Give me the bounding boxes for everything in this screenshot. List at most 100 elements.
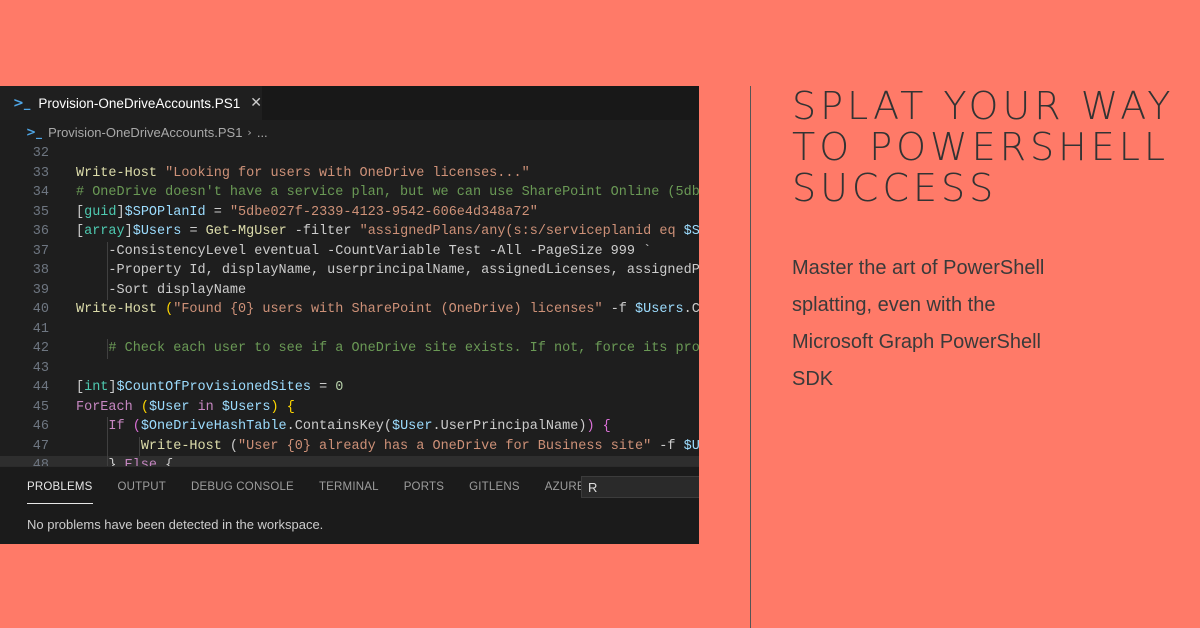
breadcrumb-more[interactable]: ... bbox=[257, 125, 268, 140]
code-token: } bbox=[76, 458, 125, 466]
headline-line: TO POWERSHELL bbox=[792, 125, 1170, 169]
description-line: splatting, even with the bbox=[792, 294, 996, 316]
code-line[interactable]: 36 [array]$Users = Get-MgUser -filter "as… bbox=[0, 222, 699, 242]
line-number: 45 bbox=[32, 399, 49, 415]
editor-tab-label: Provision-OneDriveAccounts.PS1 bbox=[38, 95, 241, 111]
code-line[interactable]: 42 # Check each user to see if a OneDriv… bbox=[0, 339, 699, 359]
code-token: ForEach bbox=[76, 399, 133, 415]
code-line[interactable]: 45 ForEach ($User in $Users) { bbox=[0, 398, 699, 418]
line-number: 41 bbox=[32, 321, 49, 337]
line-source: [array]$Users = Get-MgUser -filter "assi… bbox=[76, 222, 699, 242]
line-number: 46 bbox=[32, 419, 49, 434]
code-token: # Check each user to see if a OneDrive s… bbox=[108, 341, 699, 356]
description-line: SDK bbox=[792, 368, 834, 390]
line-number: 44 bbox=[32, 380, 49, 395]
panel-tab-output[interactable]: OUTPUT bbox=[118, 481, 166, 493]
code-line[interactable]: 37 -ConsistencyLevel eventual -CountVari… bbox=[0, 241, 699, 261]
description: Master the art of PowerShell splatting, … bbox=[792, 250, 1122, 398]
line-source: Write-Host "Looking for users with OneDr… bbox=[76, 164, 530, 184]
panel-tab-ports[interactable]: PORTS bbox=[404, 481, 444, 493]
breadcrumb-file[interactable]: Provision-OneDriveAccounts.PS1 bbox=[48, 125, 242, 140]
close-icon[interactable]: ✕ bbox=[250, 95, 262, 111]
line-source: # OneDrive doesn't have a service plan, … bbox=[76, 183, 699, 203]
line-number: 42 bbox=[32, 341, 49, 356]
code-token: ] bbox=[108, 380, 117, 395]
line-source: Write-Host ("User {0} already has a OneD… bbox=[76, 437, 699, 457]
line-number: 33 bbox=[32, 165, 49, 181]
code-editor-window: >_ Provision-OneDriveAccounts.PS1 ✕ >_ P… bbox=[0, 86, 699, 544]
code-line[interactable]: 47 Write-Host ("User {0} already has a O… bbox=[0, 436, 699, 457]
code-line[interactable]: 40 Write-Host ("Found {0} users with Shar… bbox=[0, 300, 699, 320]
bottom-panel: PROBLEMS OUTPUT DEBUG CONSOLE TERMINAL PORTS… bbox=[0, 466, 699, 544]
code-token: ( bbox=[132, 419, 141, 434]
code-token: ( bbox=[221, 438, 239, 454]
panel-tab-debug-console[interactable]: DEBUG CONSOLE bbox=[191, 481, 294, 493]
code-token: $OneDriveHashTable bbox=[140, 419, 287, 434]
code-token: = bbox=[205, 204, 230, 220]
code-line[interactable]: 38 -Property Id, displayName, userprinci… bbox=[0, 261, 699, 281]
code-token: { bbox=[602, 419, 611, 434]
code-token: array bbox=[84, 224, 125, 239]
line-number: 34 bbox=[32, 185, 49, 200]
line-source: # Check each user to see if a OneDrive s… bbox=[76, 339, 699, 359]
code-token: $User bbox=[148, 399, 190, 415]
panel-tab-terminal[interactable]: TERMINAL bbox=[319, 481, 379, 493]
description-line: Microsoft Graph PowerShell bbox=[792, 331, 1041, 353]
panel-tab-azure[interactable]: AZURE bbox=[545, 481, 585, 493]
problems-message: No problems have been detected in the wo… bbox=[27, 517, 324, 532]
code-token: "assignedPlans/any(s:s/serviceplanid eq bbox=[359, 224, 684, 239]
code-token: ( bbox=[140, 399, 149, 415]
code-token: .ContainsKey( bbox=[286, 419, 392, 434]
code-line[interactable]: 33 Write-Host "Looking for users with One… bbox=[0, 164, 699, 184]
line-number: 48 bbox=[32, 458, 49, 466]
panel-tab-problems[interactable]: PROBLEMS bbox=[27, 481, 93, 504]
line-source: ForEach ($User in $Users) { bbox=[76, 398, 295, 418]
problems-filter-input[interactable]: R bbox=[581, 476, 699, 498]
panel-tab-gitlens[interactable]: GITLENS bbox=[469, 481, 520, 493]
code-line[interactable]: 41 bbox=[0, 320, 699, 340]
panel-tabs: PROBLEMS OUTPUT DEBUG CONSOLE TERMINAL PORTS… bbox=[27, 481, 610, 504]
description-line: Master the art of PowerShell bbox=[792, 257, 1045, 279]
code-line[interactable]: 35 [guid]$SPOPlanId = "5dbe027f-2339-4123… bbox=[0, 203, 699, 223]
code-token: Write-Host bbox=[76, 302, 158, 317]
line-source: Write-Host ("Found {0} users with ShareP… bbox=[76, 300, 699, 320]
code-token: $Users bbox=[132, 224, 182, 239]
code-token: -f bbox=[651, 438, 684, 454]
line-source: -Property Id, displayName, userprincipal… bbox=[76, 261, 699, 281]
line-number: 32 bbox=[32, 146, 49, 161]
code-line[interactable]: 48 } Else { bbox=[0, 456, 699, 466]
code-token: Write-Host bbox=[76, 165, 158, 181]
vertical-divider bbox=[750, 86, 751, 628]
code-token: $CountOfProvisionedSites bbox=[116, 380, 311, 395]
code-token: in bbox=[197, 399, 214, 415]
code-line[interactable]: 39 -Sort displayName bbox=[0, 280, 699, 300]
code-token: guid bbox=[84, 204, 117, 220]
line-number: 36 bbox=[32, 224, 49, 239]
code-token: ) bbox=[586, 419, 595, 434]
code-line[interactable]: 46 If ($OneDriveHashTable.ContainsKey($U… bbox=[0, 417, 699, 437]
code-line[interactable]: 44 [int]$CountOfProvisionedSites = 0 bbox=[0, 378, 699, 398]
headline-line: SUCCESS bbox=[792, 166, 998, 210]
code-line[interactable]: 43 bbox=[0, 359, 699, 379]
code-token: -Sort displayName bbox=[76, 282, 247, 298]
code-line[interactable]: 34 # OneDrive doesn't have a service plan… bbox=[0, 183, 699, 203]
code-token: [ bbox=[76, 380, 85, 395]
editor-tab[interactable]: >_ Provision-OneDriveAccounts.PS1 ✕ bbox=[0, 86, 262, 120]
code-area[interactable]: 32 33 Write-Host "Looking for users with O… bbox=[0, 144, 699, 466]
line-number: 35 bbox=[32, 204, 49, 220]
code-token: = bbox=[181, 224, 206, 239]
line-source: [int]$CountOfProvisionedSites = 0 bbox=[76, 378, 343, 398]
code-token: If bbox=[108, 419, 125, 434]
code-line[interactable]: 32 bbox=[0, 144, 699, 164]
code-token: [ bbox=[76, 204, 85, 220]
line-source: } Else { bbox=[76, 456, 173, 466]
code-token: .UserPrincipalName) bbox=[432, 419, 587, 434]
line-number: 47 bbox=[32, 438, 49, 454]
